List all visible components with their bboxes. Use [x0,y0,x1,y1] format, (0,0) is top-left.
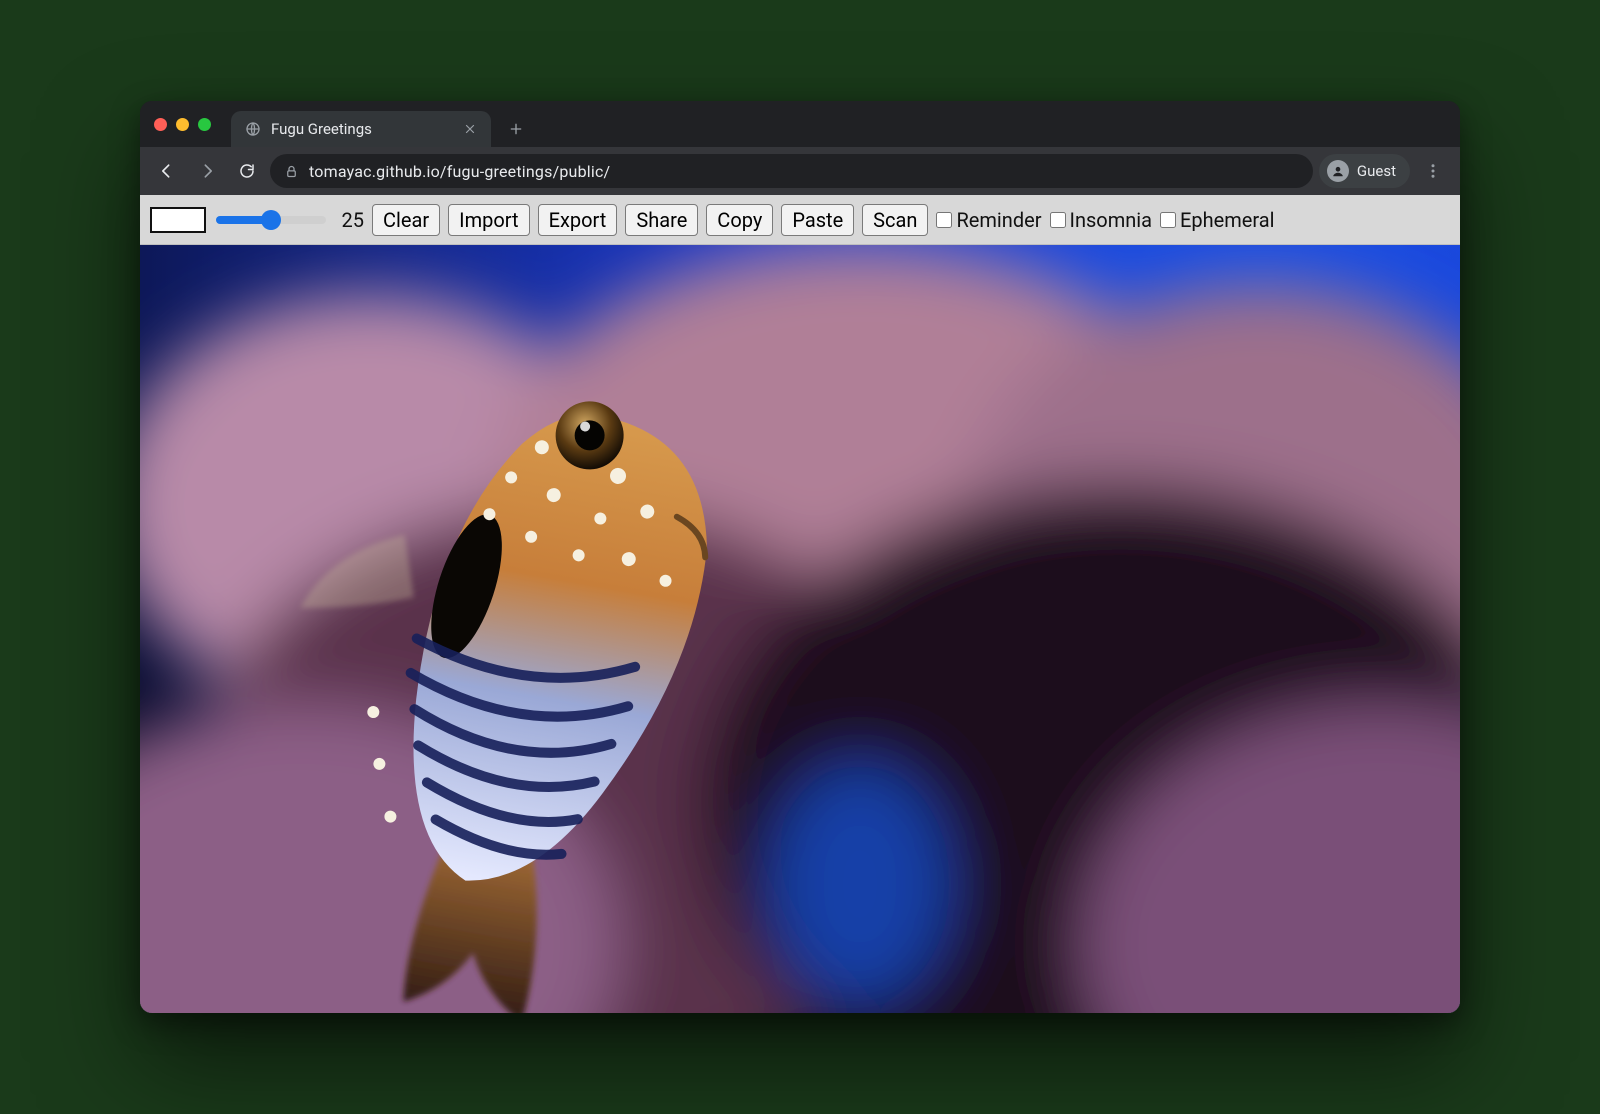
page-viewport: 25 Clear Import Export Share Copy Paste … [140,195,1460,1013]
clear-button[interactable]: Clear [372,204,440,236]
new-tab-button[interactable] [501,114,531,144]
share-button[interactable]: Share [625,204,698,236]
tab-title: Fugu Greetings [271,120,451,138]
color-swatch[interactable] [150,207,206,233]
paste-button[interactable]: Paste [781,204,854,236]
insomnia-label: Insomnia [1070,208,1153,232]
import-button[interactable]: Import [448,204,529,236]
ephemeral-label: Ephemeral [1180,208,1275,232]
ephemeral-checkbox-input[interactable] [1160,212,1176,228]
forward-button[interactable] [190,154,224,188]
browser-tab[interactable]: Fugu Greetings [231,111,491,147]
insomnia-checkbox-input[interactable] [1050,212,1066,228]
toolbar-row: tomayac.github.io/fugu-greetings/public/… [140,147,1460,195]
reminder-label: Reminder [956,208,1041,232]
reload-button[interactable] [230,154,264,188]
lock-icon [284,164,299,179]
profile-label: Guest [1357,162,1396,180]
browser-window: Fugu Greetings [140,101,1460,1013]
drawing-canvas[interactable] [140,245,1460,1013]
scan-button[interactable]: Scan [862,204,928,236]
copy-button[interactable]: Copy [706,204,773,236]
app-toolbar: 25 Clear Import Export Share Copy Paste … [140,195,1460,245]
reminder-checkbox-input[interactable] [936,212,952,228]
brush-size-value: 25 [336,208,364,232]
globe-icon [245,121,261,137]
ephemeral-checkbox[interactable]: Ephemeral [1160,208,1275,232]
close-tab-button[interactable] [461,120,479,138]
export-button[interactable]: Export [538,204,618,236]
window-close-button[interactable] [154,118,167,131]
address-bar[interactable]: tomayac.github.io/fugu-greetings/public/ [270,154,1313,188]
browser-menu-button[interactable] [1416,154,1450,188]
canvas-image [140,245,1460,1013]
back-button[interactable] [150,154,184,188]
insomnia-checkbox[interactable]: Insomnia [1050,208,1153,232]
tab-strip: Fugu Greetings [140,101,1460,147]
window-controls [154,118,211,131]
brush-size-slider[interactable] [216,216,326,224]
window-minimize-button[interactable] [176,118,189,131]
url-text: tomayac.github.io/fugu-greetings/public/ [309,162,1299,181]
profile-button[interactable]: Guest [1319,154,1410,188]
window-zoom-button[interactable] [198,118,211,131]
avatar-icon [1327,160,1349,182]
reminder-checkbox[interactable]: Reminder [936,208,1041,232]
